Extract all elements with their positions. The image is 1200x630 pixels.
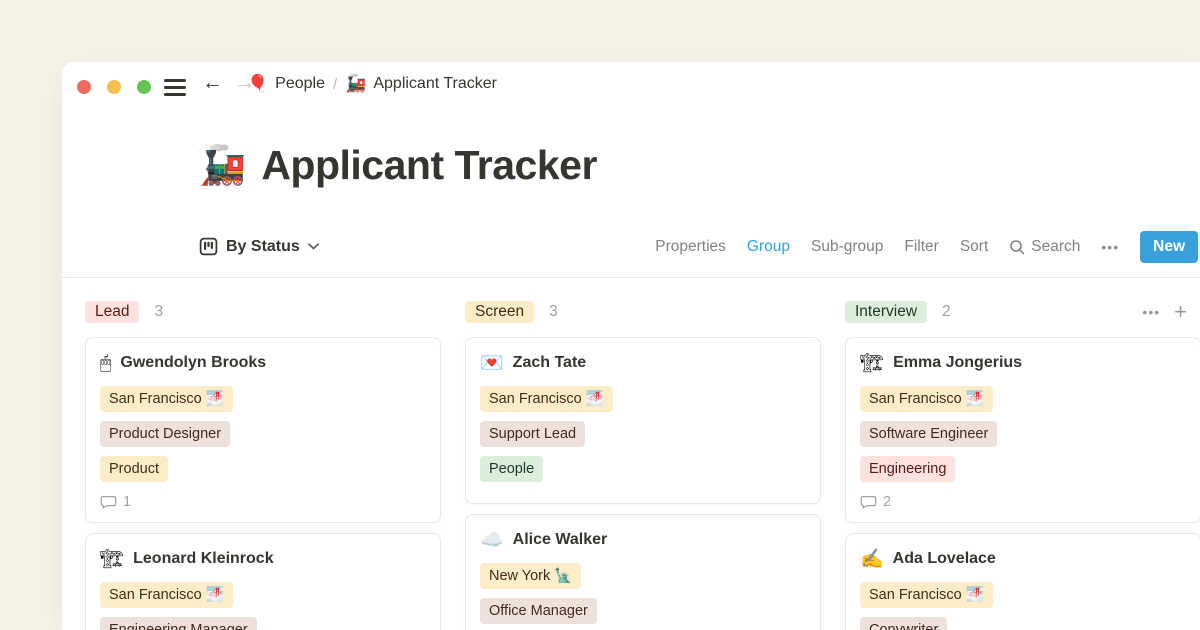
toolbar-group[interactable]: Group bbox=[747, 238, 790, 256]
column-screen: Screen 3 💌 Zach Tate San Francisco 🌁 Sup… bbox=[465, 298, 821, 630]
search-button[interactable]: Search bbox=[1009, 238, 1080, 256]
tag-role: Engineering Manager bbox=[100, 617, 257, 630]
tag-team: People bbox=[480, 456, 543, 482]
breadcrumb-separator: / bbox=[333, 76, 337, 93]
kanban-board: Lead 3 🖱 Gwendolyn Brooks San Francisco … bbox=[62, 298, 1200, 630]
tag-team: Engineering bbox=[860, 456, 955, 482]
column-actions: ••• + bbox=[1142, 302, 1200, 322]
new-button[interactable]: New bbox=[1140, 231, 1198, 263]
comment-icon bbox=[100, 494, 117, 510]
tag-role: Office Manager bbox=[480, 598, 597, 624]
card-zach-tate[interactable]: 💌 Zach Tate San Francisco 🌁 Support Lead… bbox=[465, 337, 821, 504]
card-name: Alice Walker bbox=[513, 531, 608, 549]
toolbar-sort[interactable]: Sort bbox=[960, 238, 988, 256]
mouse-icon: 🖱 bbox=[100, 354, 111, 373]
tag-role: Product Designer bbox=[100, 421, 230, 447]
view-switcher-label: By Status bbox=[226, 238, 300, 256]
love-letter-icon: 💌 bbox=[480, 354, 504, 373]
column-pill-screen[interactable]: Screen bbox=[465, 301, 534, 323]
column-add-icon[interactable]: + bbox=[1174, 302, 1187, 322]
search-icon bbox=[1009, 239, 1025, 255]
column-more-icon[interactable]: ••• bbox=[1142, 304, 1160, 320]
toolbar-actions: Properties Group Sub-group Filter Sort S… bbox=[655, 231, 1198, 263]
tag-role: Copywriter bbox=[860, 617, 947, 630]
search-label: Search bbox=[1031, 238, 1080, 256]
breadcrumb: 🎈 People / 🚂 Applicant Tracker bbox=[247, 74, 497, 94]
crane-icon: 🏗 bbox=[860, 354, 884, 373]
crane-icon: 🏗 bbox=[100, 550, 124, 569]
breadcrumb-page-label: Applicant Tracker bbox=[373, 75, 497, 93]
view-toolbar: By Status Properties Group Sub-group Fil… bbox=[199, 230, 1198, 263]
tag-team: Product bbox=[100, 456, 168, 482]
card-name: Zach Tate bbox=[513, 354, 587, 372]
tag-location: San Francisco 🌁 bbox=[860, 582, 993, 608]
close-window-button[interactable] bbox=[77, 80, 91, 94]
comment-count: 2 bbox=[860, 494, 1186, 510]
column-count-interview: 2 bbox=[942, 303, 951, 321]
card-name: Emma Jongerius bbox=[893, 354, 1022, 372]
tag-location: San Francisco 🌁 bbox=[480, 386, 613, 412]
column-interview: Interview 2 ••• + 🏗 Emma Jongerius San F… bbox=[845, 298, 1200, 630]
toolbar-properties[interactable]: Properties bbox=[655, 238, 726, 256]
back-arrow-icon[interactable]: ← bbox=[202, 72, 223, 94]
locomotive-icon: 🚂 bbox=[345, 74, 366, 94]
minimize-window-button[interactable] bbox=[107, 80, 121, 94]
app-window: ← → 🎈 People / 🚂 Applicant Tracker 🚂 App… bbox=[62, 62, 1200, 630]
toolbar-subgroup[interactable]: Sub-group bbox=[811, 238, 883, 256]
cloud-icon: ☁️ bbox=[480, 531, 504, 550]
page-header: 🚂 Applicant Tracker bbox=[199, 142, 597, 189]
more-icon[interactable]: ••• bbox=[1101, 239, 1119, 255]
column-pill-interview[interactable]: Interview bbox=[845, 301, 927, 323]
toolbar-divider bbox=[62, 277, 1200, 278]
writing-hand-icon: ✍️ bbox=[860, 550, 884, 569]
tag-role: Software Engineer bbox=[860, 421, 997, 447]
sidebar-menu-icon[interactable] bbox=[164, 79, 186, 100]
card-emma-jongerius[interactable]: 🏗 Emma Jongerius San Francisco 🌁 Softwar… bbox=[845, 337, 1200, 523]
tag-location: San Francisco 🌁 bbox=[100, 582, 233, 608]
toolbar-filter[interactable]: Filter bbox=[904, 238, 938, 256]
column-lead: Lead 3 🖱 Gwendolyn Brooks San Francisco … bbox=[85, 298, 441, 630]
column-lead-header: Lead 3 bbox=[85, 298, 441, 325]
tag-location: San Francisco 🌁 bbox=[860, 386, 993, 412]
balloon-icon: 🎈 bbox=[247, 74, 268, 94]
board-view-icon bbox=[199, 237, 218, 256]
column-screen-header: Screen 3 bbox=[465, 298, 821, 325]
card-gwendolyn-brooks[interactable]: 🖱 Gwendolyn Brooks San Francisco 🌁 Produ… bbox=[85, 337, 441, 523]
comment-icon bbox=[860, 494, 877, 510]
column-count-lead: 3 bbox=[154, 303, 163, 321]
view-switcher[interactable]: By Status bbox=[199, 237, 319, 256]
breadcrumb-root[interactable]: 🎈 People bbox=[247, 74, 325, 94]
tag-role: Support Lead bbox=[480, 421, 585, 447]
card-name: Leonard Kleinrock bbox=[133, 550, 273, 568]
card-leonard-kleinrock[interactable]: 🏗 Leonard Kleinrock San Francisco 🌁 Engi… bbox=[85, 533, 441, 630]
chevron-down-icon bbox=[308, 243, 319, 250]
column-pill-lead[interactable]: Lead bbox=[85, 301, 139, 323]
comment-count: 1 bbox=[100, 494, 426, 510]
zoom-window-button[interactable] bbox=[137, 80, 151, 94]
column-interview-header: Interview 2 ••• + bbox=[845, 298, 1200, 325]
tag-location: San Francisco 🌁 bbox=[100, 386, 233, 412]
card-name: Gwendolyn Brooks bbox=[120, 354, 266, 372]
breadcrumb-root-label: People bbox=[275, 75, 325, 93]
tag-location: New York 🗽 bbox=[480, 563, 581, 589]
column-count-screen: 3 bbox=[549, 303, 558, 321]
page-title[interactable]: Applicant Tracker bbox=[261, 142, 597, 189]
card-alice-walker[interactable]: ☁️ Alice Walker New York 🗽 Office Manage… bbox=[465, 514, 821, 630]
page-locomotive-icon[interactable]: 🚂 bbox=[199, 147, 246, 185]
card-name: Ada Lovelace bbox=[893, 550, 996, 568]
breadcrumb-page[interactable]: 🚂 Applicant Tracker bbox=[345, 74, 497, 94]
card-ada-lovelace[interactable]: ✍️ Ada Lovelace San Francisco 🌁 Copywrit… bbox=[845, 533, 1200, 630]
window-controls bbox=[77, 80, 167, 94]
